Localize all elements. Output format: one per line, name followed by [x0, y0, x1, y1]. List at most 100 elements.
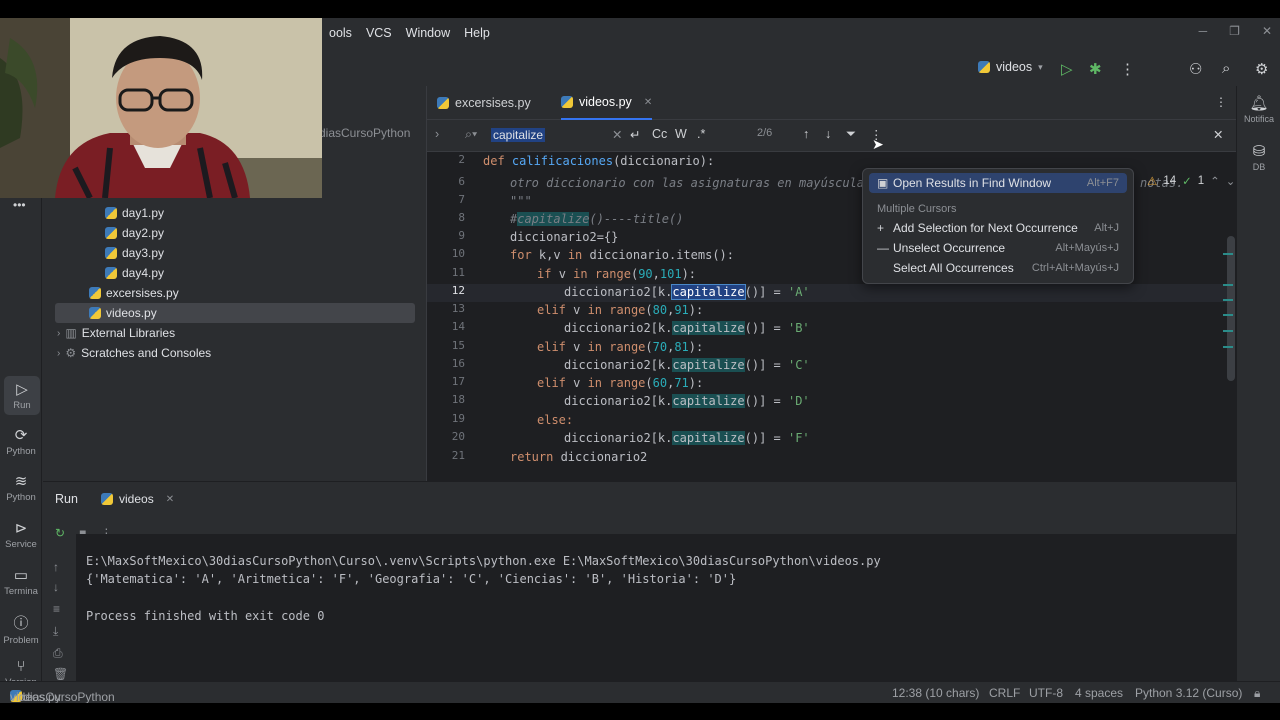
tree-item-external-libraries[interactable]: › ▥ External Libraries [57, 323, 175, 343]
settings-gear-icon[interactable]: ⚙ [1255, 60, 1268, 78]
scroll-down-icon[interactable]: ↓ [53, 580, 59, 594]
tab-excersises[interactable]: excersises.py [437, 86, 531, 120]
menu-tools[interactable]: ools [322, 26, 359, 40]
debug-icon[interactable]: ✱ [1089, 60, 1102, 78]
soft-wrap-icon[interactable]: ≡ [53, 602, 60, 616]
close-run-tab-icon[interactable]: ✕ [166, 494, 174, 505]
line-number: 19 [451, 412, 465, 425]
terminal-icon: ▭ [13, 567, 29, 584]
line-separator[interactable]: CRLF [989, 686, 1020, 700]
search-icon[interactable]: ⌕ [1222, 60, 1230, 77]
chevron-down-icon[interactable]: ⌄ [1226, 174, 1236, 188]
unselect-item[interactable]: — Unselect Occurrence Alt+Mayús+J [869, 238, 1127, 258]
plus-icon: + [877, 221, 885, 235]
tree-item-day3[interactable]: day3.py [105, 243, 164, 263]
open-results-item[interactable]: ▣ Open Results in Find Window Alt+F7 [869, 173, 1127, 193]
find-input[interactable]: capitalize [491, 128, 546, 142]
tabs-more-icon[interactable]: ⋮ [1215, 95, 1227, 109]
code-token: 101 [659, 267, 682, 281]
tree-item-day2[interactable]: day2.py [105, 223, 164, 243]
clear-search-icon[interactable]: ✕ [612, 127, 622, 142]
scroll-to-end-icon[interactable]: ⤓ [53, 624, 58, 639]
python-interpreter[interactable]: Python 3.12 (Curso) [1135, 686, 1242, 700]
tool-run[interactable]: ▷ Run [4, 376, 40, 415]
tool-database[interactable]: ⛁ DB [1237, 142, 1280, 172]
search-history-icon[interactable]: ⌕▾ [465, 127, 477, 142]
menu-vcs[interactable]: VCS [359, 26, 399, 40]
next-occurrence-icon[interactable]: ↓ [825, 127, 831, 141]
code-token: ): [688, 340, 704, 354]
tree-item-excersises[interactable]: excersises.py [89, 283, 179, 303]
chevron-down-icon: ▾ [1038, 61, 1043, 72]
tool-notifications[interactable]: 🔔︎ Notifica [1237, 94, 1280, 124]
find-options-popup: ▣ Open Results in Find Window Alt+F7 Mul… [862, 168, 1134, 284]
breadcrumb-file[interactable]: videos.py [10, 690, 61, 703]
close-window-icon[interactable]: ✕ [1262, 24, 1272, 38]
code-token: range [594, 267, 631, 281]
match-case-toggle[interactable]: Cc [652, 127, 667, 141]
line-number: 9 [458, 229, 465, 242]
tree-item-scratches[interactable]: › ⚙ Scratches and Consoles [57, 343, 211, 363]
menu-window[interactable]: Window [399, 26, 457, 40]
tree-item-videos[interactable]: videos.py [55, 303, 415, 323]
lock-icon[interactable]: 🔒︎ [1254, 686, 1260, 701]
indent-setting[interactable]: 4 spaces [1075, 686, 1123, 700]
restore-icon[interactable]: ❐ [1229, 24, 1240, 38]
code-token: for [510, 248, 539, 262]
minimize-icon[interactable]: ─ [1199, 24, 1208, 38]
library-icon: ▥ [65, 326, 77, 340]
regex-toggle[interactable]: .* [697, 127, 705, 141]
chevron-up-icon[interactable]: ⌃ [1210, 174, 1220, 188]
code-token: range [609, 303, 646, 317]
tool-terminal[interactable]: ▭ Termina [0, 566, 42, 597]
code-token: calificaciones [511, 154, 614, 168]
python-file-icon [101, 493, 113, 505]
chevron-right-icon[interactable]: › [435, 127, 439, 141]
more-horizontal-icon[interactable]: ••• [13, 198, 26, 212]
code-line: diccionario2[k.capitalize()] = 'B' [564, 319, 810, 337]
tool-python-packages[interactable]: ≋ Python [0, 472, 42, 503]
tree-item-label: day4.py [122, 266, 165, 280]
webcam-person-image [0, 18, 322, 198]
newline-icon[interactable]: ↵ [630, 127, 640, 142]
previous-occurrence-icon[interactable]: ↑ [803, 127, 809, 141]
more-vertical-icon[interactable]: ⋮ [1120, 60, 1135, 78]
code-token: 70 [652, 340, 668, 354]
code-line: elif v in range(80,91): [537, 301, 703, 319]
tree-item-day4[interactable]: day4.py [105, 263, 164, 283]
tool-python-console[interactable]: ⟳ Python [0, 426, 42, 457]
code-token: ()] = [744, 285, 788, 299]
print-icon[interactable]: ⎙ [53, 646, 63, 661]
tool-services[interactable]: ⊳ Service [0, 519, 42, 550]
python-file-icon [105, 267, 117, 279]
trash-icon[interactable]: 🗑︎ [53, 667, 68, 681]
console-line: Process finished with exit code 0 [86, 609, 325, 623]
run-config-selector[interactable]: videos ▾ [978, 60, 1043, 74]
tool-problems[interactable]: ⓘ Problem [0, 612, 42, 646]
menu-item-label: Add Selection for Next Occurrence [893, 221, 1078, 235]
select-all-item[interactable]: Select All Occurrences Ctrl+Alt+Mayús+J [869, 258, 1127, 278]
code-token: ( [645, 376, 653, 390]
close-tab-icon[interactable]: ✕ [644, 97, 652, 108]
whole-words-toggle[interactable]: W [675, 127, 687, 141]
add-user-icon[interactable]: ⚇ [1189, 60, 1202, 78]
code-token: ()----title() [589, 212, 684, 226]
run-icon[interactable]: ▷ [1061, 60, 1073, 78]
tree-item-day1[interactable]: day1.py [105, 203, 164, 223]
inspection-widget[interactable]: ⚠ 14 ✓ 1 ⌃ ⌄ [1147, 174, 1235, 188]
run-panel: Run videos ✕ ↻ ■ ⋮ ↑ ↓ ≡ ⤓ ⎙ 🗑︎ E:\MaxSo… [43, 481, 1236, 682]
add-selection-item[interactable]: + Add Selection for Next Occurrence Alt+… [869, 218, 1127, 238]
close-find-icon[interactable]: ✕ [1213, 127, 1223, 142]
file-encoding[interactable]: UTF-8 [1029, 686, 1063, 700]
run-tab-videos[interactable]: videos ✕ [101, 492, 174, 506]
editor-scrollbar[interactable] [1227, 236, 1235, 381]
menu-help[interactable]: Help [457, 26, 497, 40]
filter-icon[interactable]: ⏷ [846, 127, 856, 142]
tool-services-label: Service [5, 539, 37, 550]
tab-videos[interactable]: videos.py ✕ [561, 86, 653, 120]
scroll-up-icon[interactable]: ↑ [53, 560, 59, 574]
console-output[interactable]: E:\MaxSoftMexico\30diasCursoPython\Curso… [76, 534, 1236, 682]
caret-position[interactable]: 12:38 (10 chars) [892, 686, 979, 700]
python-file-icon [561, 96, 573, 108]
line-number: 6 [458, 175, 465, 188]
